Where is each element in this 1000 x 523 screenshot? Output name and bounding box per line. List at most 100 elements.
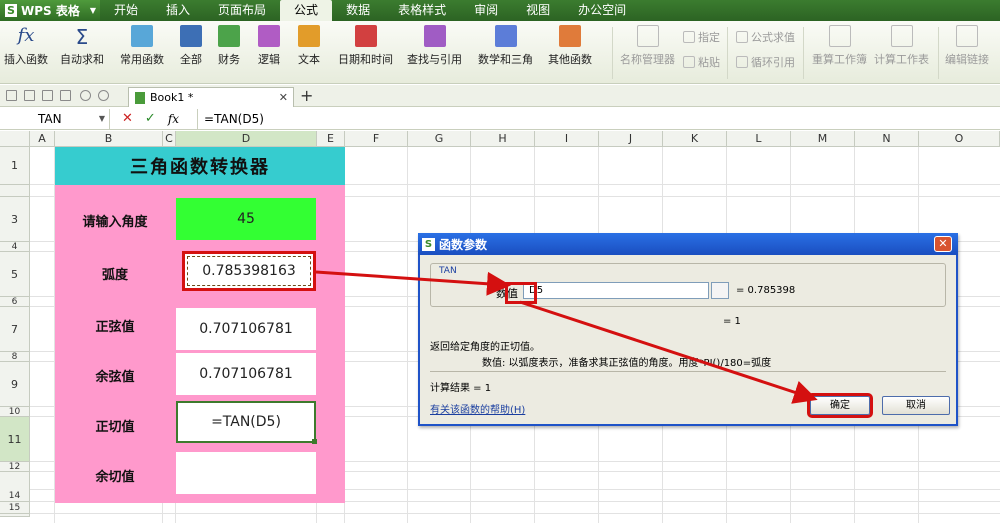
datetime-button[interactable]: 日期和时间 — [338, 25, 393, 67]
column-header-H[interactable]: H — [471, 131, 535, 147]
edit-links-button[interactable]: 编辑链接 — [945, 25, 989, 67]
column-header-G[interactable]: G — [408, 131, 471, 147]
tab-formula[interactable]: 公式 — [280, 0, 333, 21]
row-header-7[interactable]: 7 — [0, 307, 30, 352]
assign-button[interactable]: 指定 — [683, 29, 720, 45]
print-icon[interactable] — [42, 90, 53, 101]
name-manager-icon — [636, 25, 659, 47]
lookup-button[interactable]: 查找与引用 — [407, 25, 462, 67]
name-box[interactable]: TAN ▼ — [0, 108, 110, 129]
row-header-3[interactable]: 3 — [0, 197, 30, 242]
finance-button[interactable]: 财务 — [218, 25, 240, 67]
open-icon[interactable] — [6, 90, 17, 101]
cot-label[interactable]: 余切值 — [55, 466, 175, 485]
tan-label[interactable]: 正切值 — [55, 416, 175, 435]
ok-button[interactable]: 确定 — [807, 393, 873, 418]
paste-button[interactable]: 粘贴 — [683, 54, 720, 70]
column-header-K[interactable]: K — [663, 131, 727, 147]
row-header-10[interactable]: 10 — [0, 407, 30, 417]
recalc-workbook-button[interactable]: 重算工作簿 — [812, 25, 867, 67]
sin-cell[interactable]: 0.707106781 — [176, 308, 316, 350]
row-header-14[interactable]: 14 — [0, 490, 30, 502]
row-header-8[interactable]: 8 — [0, 352, 30, 362]
tab-view[interactable]: 视图 — [512, 0, 564, 21]
column-header-C[interactable]: C — [163, 131, 176, 147]
row-header-6[interactable]: 6 — [0, 297, 30, 307]
row-header-11[interactable]: 11 — [0, 417, 30, 462]
collapse-dialog-icon[interactable] — [711, 282, 729, 299]
other-functions-button[interactable]: 其他函数 — [548, 25, 592, 67]
link-icon — [956, 25, 978, 47]
fill-handle[interactable] — [312, 439, 317, 444]
row-header-5[interactable]: 5 — [0, 252, 30, 297]
tab-data[interactable]: 数据 — [332, 0, 384, 21]
cot-cell[interactable] — [176, 452, 316, 494]
cancel-icon[interactable]: ✕ — [122, 111, 133, 126]
sin-label[interactable]: 正弦值 — [55, 316, 175, 335]
save-icon[interactable] — [24, 90, 35, 101]
radian-label[interactable]: 弧度 — [55, 264, 175, 283]
document-tab[interactable]: Book1 * ✕ — [128, 87, 294, 107]
tab-table-style[interactable]: 表格样式 — [384, 0, 460, 21]
tab-insert[interactable]: 插入 — [152, 0, 204, 21]
confirm-icon[interactable]: ✓ — [145, 111, 156, 126]
sheet-title[interactable]: 三角函数转换器 — [55, 147, 345, 185]
undo-icon[interactable] — [80, 90, 91, 101]
row-header-1[interactable]: 1 — [0, 147, 30, 185]
column-header-A[interactable]: A — [30, 131, 55, 147]
row-header-12[interactable]: 12 — [0, 462, 30, 472]
column-header-O[interactable]: O — [919, 131, 1000, 147]
column-header-N[interactable]: N — [855, 131, 919, 147]
tab-start[interactable]: 开始 — [100, 0, 152, 21]
column-header-E[interactable]: E — [317, 131, 345, 147]
argument-input[interactable]: D5 — [523, 282, 709, 299]
cos-cell[interactable]: 0.707106781 — [176, 353, 316, 395]
angle-label[interactable]: 请输入角度 — [55, 211, 175, 230]
close-icon[interactable]: ✕ — [279, 91, 288, 104]
name-manager-button[interactable]: 名称管理器 — [620, 25, 675, 67]
cos-label[interactable]: 余弦值 — [55, 366, 175, 385]
all-functions-button[interactable]: 全部 — [180, 25, 202, 67]
column-header-M[interactable]: M — [791, 131, 855, 147]
tab-review[interactable]: 审阅 — [460, 0, 512, 21]
common-functions-button[interactable]: 常用函数 — [120, 25, 164, 67]
column-header-L[interactable]: L — [727, 131, 791, 147]
redo-icon[interactable] — [98, 90, 109, 101]
help-link[interactable]: 有关该函数的帮助(H) — [430, 401, 525, 416]
insert-function-button[interactable]: fx 插入函数 — [4, 25, 48, 67]
text-button[interactable]: 文本 — [298, 25, 320, 67]
radian-cell[interactable]: 0.785398163 — [182, 251, 316, 291]
new-tab-button[interactable]: + — [300, 86, 313, 105]
divider — [727, 27, 728, 79]
row-header-15[interactable]: 15 — [0, 502, 30, 514]
formula-eval-button[interactable]: 公式求值 — [736, 29, 795, 45]
formula-eval-label: 公式求值 — [751, 31, 795, 44]
column-header-B[interactable]: B — [55, 131, 163, 147]
app-menu-button[interactable]: S WPS 表格 ▼ — [0, 0, 100, 21]
column-header-I[interactable]: I — [535, 131, 599, 147]
fx-icon[interactable]: fx — [168, 112, 179, 126]
tan-cell-active[interactable]: =TAN(D5) — [176, 401, 317, 444]
print-preview-icon[interactable] — [60, 90, 71, 101]
circular-ref-button[interactable]: 循环引用 — [736, 54, 795, 70]
row-header-9[interactable]: 9 — [0, 362, 30, 407]
column-header-J[interactable]: J — [599, 131, 663, 147]
calc-sheet-label: 计算工作表 — [874, 53, 929, 66]
formula-result-preview: = 1 — [723, 316, 741, 327]
select-all-corner[interactable] — [0, 131, 30, 147]
calc-sheet-button[interactable]: 计算工作表 — [874, 25, 929, 67]
column-header-D[interactable]: D — [176, 131, 317, 147]
angle-input-cell[interactable]: 45 — [176, 198, 316, 240]
logic-button[interactable]: 逻辑 — [258, 25, 280, 67]
cancel-button[interactable]: 取消 — [882, 396, 950, 415]
dialog-title-bar[interactable]: S 函数参数 — [418, 233, 958, 255]
autosum-button[interactable]: Σ 自动求和 — [60, 25, 104, 67]
close-icon[interactable]: ✕ — [934, 236, 952, 252]
math-button[interactable]: 数学和三角 — [478, 25, 533, 67]
formula-input[interactable]: =TAN(D5) — [197, 108, 997, 129]
row-header-4[interactable]: 4 — [0, 242, 30, 252]
column-header-F[interactable]: F — [345, 131, 408, 147]
tab-office-space[interactable]: 办公空间 — [564, 0, 640, 21]
tab-page-layout[interactable]: 页面布局 — [204, 0, 280, 21]
row-header-2[interactable] — [0, 185, 30, 197]
